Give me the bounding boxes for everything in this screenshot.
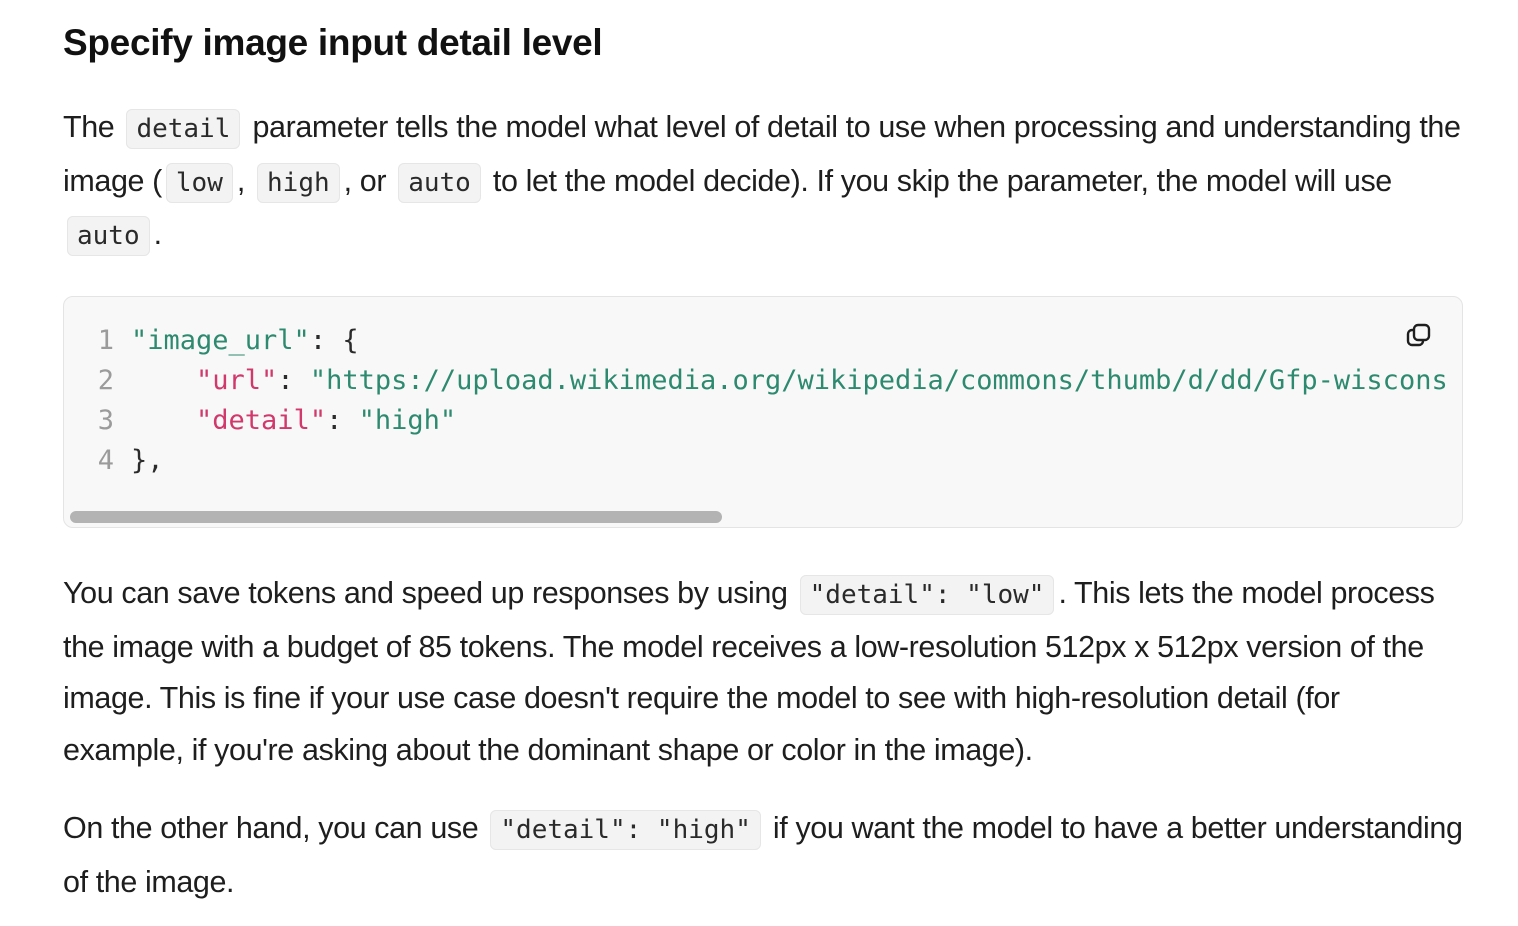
horizontal-scrollbar[interactable] [70, 511, 1456, 523]
line-number: 4 [97, 445, 114, 476]
text: You can save tokens and speed up respons… [63, 576, 788, 610]
code-token: "https://upload.wikimedia.org/wikipedia/… [309, 365, 1448, 396]
text: , [236, 163, 245, 198]
line-number: 3 [97, 405, 114, 436]
code-block: 1 "image_url": { 2 "url": "https://upload.… [63, 296, 1463, 528]
paragraph-detail-low: You can save tokens and speed up respons… [63, 568, 1463, 776]
code-line: 1 "image_url": { [64, 321, 1448, 361]
text: The [63, 110, 115, 144]
code-token: "detail" [196, 405, 327, 436]
text: to let the model decide). If you skip th… [492, 163, 1392, 198]
line-number: 1 [97, 325, 114, 356]
text: , or [343, 163, 387, 198]
code-line: 4}, [64, 441, 1448, 481]
copy-icon [1406, 323, 1431, 347]
inline-code-detail: detail [126, 109, 241, 149]
code-token: "image_url" [131, 325, 310, 356]
code-token: "high" [358, 405, 457, 436]
code-line: 3 "detail": "high" [64, 401, 1448, 441]
inline-code-detail-high: "detail": "high" [490, 810, 761, 850]
line-number: 2 [97, 365, 114, 396]
code-token: }, [131, 445, 164, 476]
inline-code-detail-low: "detail": "low" [799, 575, 1055, 615]
inline-code-high: high [257, 162, 340, 203]
code-line: 2 "url": "https://upload.wikimedia.org/w… [64, 361, 1448, 401]
inline-code-auto: auto [398, 162, 481, 203]
code-token: : [326, 405, 359, 436]
code-token: : { [309, 325, 359, 356]
section-heading: Specify image input detail level [63, 22, 603, 63]
copy-button[interactable] [1404, 321, 1434, 351]
text: On the other hand, you can use [63, 811, 479, 845]
code-token: : [277, 365, 310, 396]
paragraph-detail-high: On the other hand, you can use "detail":… [63, 803, 1463, 908]
paragraph-detail-intro: The detail parameter tells the model wha… [63, 102, 1463, 263]
text: . [153, 217, 162, 251]
inline-code-auto-default: auto [67, 216, 150, 256]
code-token: "url" [196, 365, 278, 396]
inline-code-low: low [165, 162, 233, 203]
scrollbar-thumb[interactable] [70, 511, 722, 523]
code-lines: 1 "image_url": { 2 "url": "https://upload.… [64, 321, 1448, 481]
